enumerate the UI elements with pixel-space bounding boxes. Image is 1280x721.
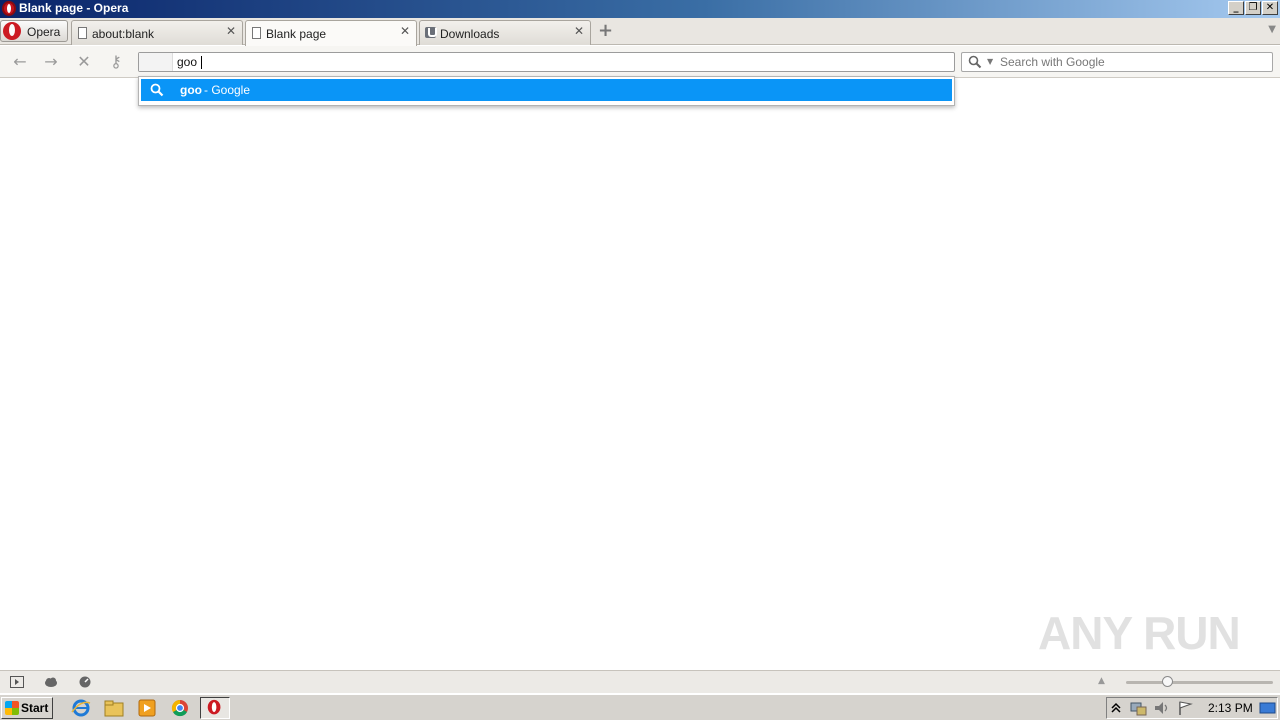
- address-bar[interactable]: [138, 52, 955, 72]
- tab-label: about:blank: [92, 27, 155, 41]
- search-icon: [150, 83, 164, 97]
- opera-menu-button[interactable]: Opera: [0, 20, 68, 42]
- opera-icon: [207, 699, 221, 715]
- window-titlebar: Blank page - Opera _ ❐ ✕: [0, 0, 1280, 18]
- tab-bar: Opera about:blank ✕ Blank page ✕ Downloa…: [0, 18, 1280, 46]
- network-icon[interactable]: [1129, 700, 1147, 716]
- show-desktop-icon[interactable]: [1259, 700, 1277, 716]
- opera-icon: [2, 1, 16, 16]
- windows-logo-icon: [5, 701, 19, 715]
- window-title: Blank page - Opera: [19, 1, 129, 15]
- show-hidden-icons-chevron-icon[interactable]: [1110, 701, 1122, 715]
- new-tab-icon[interactable]: +: [597, 22, 614, 40]
- restore-button[interactable]: ❐: [1245, 1, 1261, 15]
- tab-label: Blank page: [266, 27, 327, 41]
- address-input[interactable]: [177, 54, 947, 70]
- address-security-badge[interactable]: [139, 53, 173, 71]
- opera-turbo-gauge-icon[interactable]: [78, 676, 92, 688]
- tab-downloads[interactable]: Downloads ✕: [419, 20, 591, 45]
- file-explorer-icon[interactable]: [103, 698, 125, 718]
- downloads-icon: [425, 27, 437, 38]
- close-window-button[interactable]: ✕: [1262, 1, 1278, 15]
- start-button[interactable]: Start: [1, 697, 53, 719]
- panel-toggle-icon[interactable]: [10, 676, 24, 688]
- volume-icon[interactable]: [1153, 700, 1171, 716]
- opera-menu-label: Opera: [27, 25, 61, 39]
- tab-about-blank[interactable]: about:blank ✕: [71, 20, 243, 45]
- tab-menu-chevron-icon[interactable]: ▼: [1268, 24, 1276, 35]
- back-arrow-icon[interactable]: ←: [10, 52, 30, 72]
- minimize-button[interactable]: _: [1228, 1, 1244, 15]
- suggestion-item-google[interactable]: goo - Google: [141, 79, 952, 101]
- forward-arrow-icon[interactable]: →: [41, 52, 61, 72]
- address-suggestion-dropdown: goo - Google: [138, 76, 955, 106]
- tab-label: Downloads: [440, 27, 500, 41]
- zoom-up-icon[interactable]: ▲: [1098, 676, 1105, 686]
- text-caret: [201, 56, 202, 69]
- tab-blank-page[interactable]: Blank page ✕: [245, 20, 417, 46]
- page-icon: [252, 27, 261, 39]
- opera-unite-cloud-icon[interactable]: [44, 676, 58, 688]
- key-icon[interactable]: ⚷: [106, 52, 126, 72]
- media-player-icon[interactable]: [136, 698, 158, 718]
- suggestion-engine: - Google: [204, 83, 251, 97]
- zoom-slider-handle[interactable]: [1162, 676, 1173, 687]
- start-label: Start: [21, 701, 49, 715]
- navigation-toolbar: ← → ✕ ⚷ ▼: [0, 46, 1280, 78]
- internet-explorer-icon[interactable]: [70, 698, 92, 718]
- action-center-flag-icon[interactable]: [1177, 700, 1195, 716]
- opera-logo-icon: [3, 22, 21, 40]
- page-content: [0, 79, 1280, 670]
- search-bar[interactable]: ▼: [961, 52, 1273, 72]
- opera-taskbar-button[interactable]: [200, 697, 230, 719]
- status-bar: ▲: [0, 670, 1280, 693]
- close-tab-icon[interactable]: ✕: [224, 24, 238, 38]
- windows-taskbar: Start 2:13 PM: [0, 694, 1280, 720]
- search-input[interactable]: [1000, 54, 1268, 70]
- chrome-icon[interactable]: [169, 698, 191, 718]
- taskbar-clock[interactable]: 2:13 PM: [1208, 701, 1253, 715]
- zoom-slider[interactable]: [1126, 681, 1273, 684]
- stop-icon[interactable]: ✕: [74, 52, 94, 72]
- close-tab-icon[interactable]: ✕: [572, 24, 586, 38]
- search-icon[interactable]: [968, 55, 982, 69]
- suggestion-query: goo: [180, 83, 202, 97]
- anyrun-watermark: ANY RUN: [1038, 607, 1241, 659]
- page-icon: [78, 27, 87, 39]
- search-engine-dropdown-icon[interactable]: ▼: [987, 57, 993, 66]
- close-tab-icon[interactable]: ✕: [398, 24, 412, 38]
